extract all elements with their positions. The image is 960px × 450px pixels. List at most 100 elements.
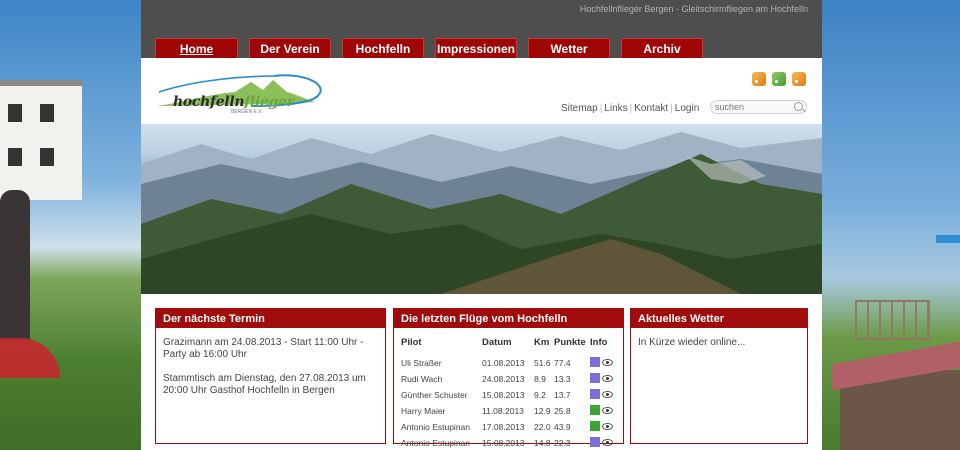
cell-pilot: Rudi Wach bbox=[401, 374, 443, 384]
table-row: Uli Straßer 01.08.2013 51.6 77.4 bbox=[401, 357, 616, 373]
cell-info bbox=[590, 357, 616, 373]
flight-type-triangle-icon[interactable] bbox=[590, 421, 600, 431]
page-content: hochfellnflieger BERGEN E.V. Sitemap | L… bbox=[141, 58, 822, 450]
box-weather-title: Aktuelles Wetter bbox=[631, 309, 807, 328]
cell-km: 22.0 bbox=[534, 422, 551, 432]
box-next-event: Der nächste Termin Grazimann am 24.08.20… bbox=[155, 308, 386, 444]
cell-datum: 11.08.2013 bbox=[482, 406, 524, 416]
cell-datum: 01.08.2013 bbox=[482, 358, 525, 368]
cell-info bbox=[590, 373, 616, 389]
view-flight-eye-icon[interactable] bbox=[602, 438, 613, 446]
logo-subtitle: BERGEN E.V. bbox=[231, 109, 263, 115]
cell-punkte: 77.4 bbox=[554, 358, 571, 368]
background-house bbox=[0, 80, 82, 200]
table-row: Antonio Estupinan 15.08.2013 14.8 22.3 bbox=[401, 437, 616, 450]
main-nav: Home Der Verein Hochfelln Impressionen W… bbox=[155, 38, 714, 58]
background-paraglider-wing bbox=[0, 338, 60, 378]
box-recent-flights: Die letzten Flüge vom Hochfelln Pilot Da… bbox=[393, 308, 624, 448]
link-links[interactable]: Links bbox=[604, 103, 627, 114]
background-scaffold bbox=[855, 300, 930, 340]
cell-km: 14.8 bbox=[534, 438, 551, 448]
view-flight-eye-icon[interactable] bbox=[602, 422, 613, 430]
table-header-row: Pilot Datum Km Punkte Info bbox=[401, 337, 616, 357]
view-flight-eye-icon[interactable] bbox=[602, 374, 613, 382]
view-flight-eye-icon[interactable] bbox=[602, 358, 613, 366]
mountain-panorama-image bbox=[141, 132, 822, 294]
cell-punkte: 22.3 bbox=[554, 438, 571, 448]
col-km: Km bbox=[534, 337, 550, 348]
background-flag bbox=[936, 235, 960, 243]
top-links: Sitemap | Links | Kontakt | Login bbox=[561, 103, 699, 114]
cell-km: 9.2 bbox=[534, 390, 546, 400]
nav-tab-verein[interactable]: Der Verein bbox=[249, 38, 331, 58]
cell-pilot: Günther Schuster bbox=[401, 390, 468, 400]
cell-km: 8.9 bbox=[534, 374, 546, 384]
link-separator: | bbox=[599, 103, 603, 114]
background-pilot bbox=[0, 190, 30, 340]
rss-feed-icon-1[interactable] bbox=[752, 72, 766, 86]
link-separator: | bbox=[629, 103, 633, 114]
cell-punkte: 13.3 bbox=[554, 374, 571, 384]
logo-text-accent: flieger bbox=[244, 94, 294, 110]
cell-datum: 15.08.2013 bbox=[482, 390, 525, 400]
col-info: Info bbox=[590, 337, 608, 348]
header-banner-image bbox=[141, 124, 822, 294]
cell-info bbox=[590, 421, 616, 437]
flights-table: Pilot Datum Km Punkte Info Uli Straßer 01… bbox=[401, 337, 616, 450]
view-flight-eye-icon[interactable] bbox=[602, 390, 613, 398]
link-sitemap[interactable]: Sitemap bbox=[561, 103, 598, 114]
event-text-2: Stammtisch am Dienstag, den 27.08.2013 u… bbox=[163, 373, 366, 396]
view-flight-eye-icon[interactable] bbox=[602, 406, 613, 414]
nav-tab-hochfelln[interactable]: Hochfelln bbox=[342, 38, 424, 58]
rss-feed-icon-3[interactable] bbox=[792, 72, 806, 86]
col-datum: Datum bbox=[482, 337, 512, 348]
cell-punkte: 25.8 bbox=[554, 406, 571, 416]
search-input[interactable] bbox=[710, 100, 807, 114]
table-row: Rudi Wach 24.08.2013 8.9 13.3 bbox=[401, 373, 616, 389]
cell-km: 51.6 bbox=[534, 358, 551, 368]
cell-punkte: 13.7 bbox=[554, 390, 571, 400]
cell-pilot: Uli Straßer bbox=[401, 358, 442, 368]
cell-punkte: 43.9 bbox=[554, 422, 571, 432]
col-punkte: Punkte bbox=[554, 337, 586, 348]
cell-datum: 17.08.2013 bbox=[482, 422, 525, 432]
cell-info bbox=[590, 389, 616, 405]
nav-tab-home[interactable]: Home bbox=[155, 38, 238, 58]
col-pilot: Pilot bbox=[401, 337, 422, 348]
link-kontakt[interactable]: Kontakt bbox=[634, 103, 668, 114]
logo-text-main: hochfelln bbox=[173, 94, 245, 110]
cell-info bbox=[590, 405, 616, 421]
site-logo[interactable]: hochfellnflieger BERGEN E.V. bbox=[155, 72, 327, 116]
box-next-event-title: Der nächste Termin bbox=[156, 309, 385, 328]
cell-datum: 15.08.2013 bbox=[482, 438, 525, 448]
nav-tab-wetter[interactable]: Wetter bbox=[528, 38, 610, 58]
flight-type-free-icon[interactable] bbox=[590, 357, 600, 367]
box-weather: Aktuelles Wetter In Kürze wieder online.… bbox=[630, 308, 808, 444]
background-photo-right bbox=[822, 0, 960, 450]
cell-info bbox=[590, 437, 616, 450]
flight-type-free-icon[interactable] bbox=[590, 373, 600, 383]
flight-type-triangle-icon[interactable] bbox=[590, 405, 600, 415]
table-row: Günther Schuster 15.08.2013 9.2 13.7 bbox=[401, 389, 616, 405]
event-text-1: Grazimann am 24.08.2013 - Start 11:00 Uh… bbox=[163, 337, 364, 360]
top-bar: Hochfellnflieger Bergen - Gleitschirmfli… bbox=[141, 0, 822, 58]
site-tagline: Hochfellnflieger Bergen - Gleitschirmfli… bbox=[579, 4, 808, 14]
background-photo-left bbox=[0, 0, 141, 450]
cell-pilot: Harry Maier bbox=[401, 406, 446, 416]
rss-feed-icon-2[interactable] bbox=[772, 72, 786, 86]
flight-type-free-icon[interactable] bbox=[590, 389, 600, 399]
search-icon[interactable] bbox=[794, 102, 803, 111]
background-hut bbox=[840, 370, 960, 450]
flight-type-free-icon[interactable] bbox=[590, 437, 600, 447]
box-recent-flights-title: Die letzten Flüge vom Hochfelln bbox=[394, 309, 623, 328]
cell-pilot: Antonio Estupinan bbox=[401, 438, 470, 448]
table-row: Harry Maier 11.08.2013 12.9 25.8 bbox=[401, 405, 616, 421]
link-separator: | bbox=[670, 103, 673, 114]
nav-tab-impressionen[interactable]: Impressionen bbox=[435, 38, 517, 58]
cell-pilot: Antonio Estupinan bbox=[401, 422, 470, 432]
nav-tab-archiv[interactable]: Archiv bbox=[621, 38, 703, 58]
link-login[interactable]: Login bbox=[675, 103, 699, 114]
cell-km: 12.9 bbox=[534, 406, 551, 416]
cell-datum: 24.08.2013 bbox=[482, 374, 525, 384]
weather-text: In Kürze wieder online... bbox=[638, 337, 746, 348]
